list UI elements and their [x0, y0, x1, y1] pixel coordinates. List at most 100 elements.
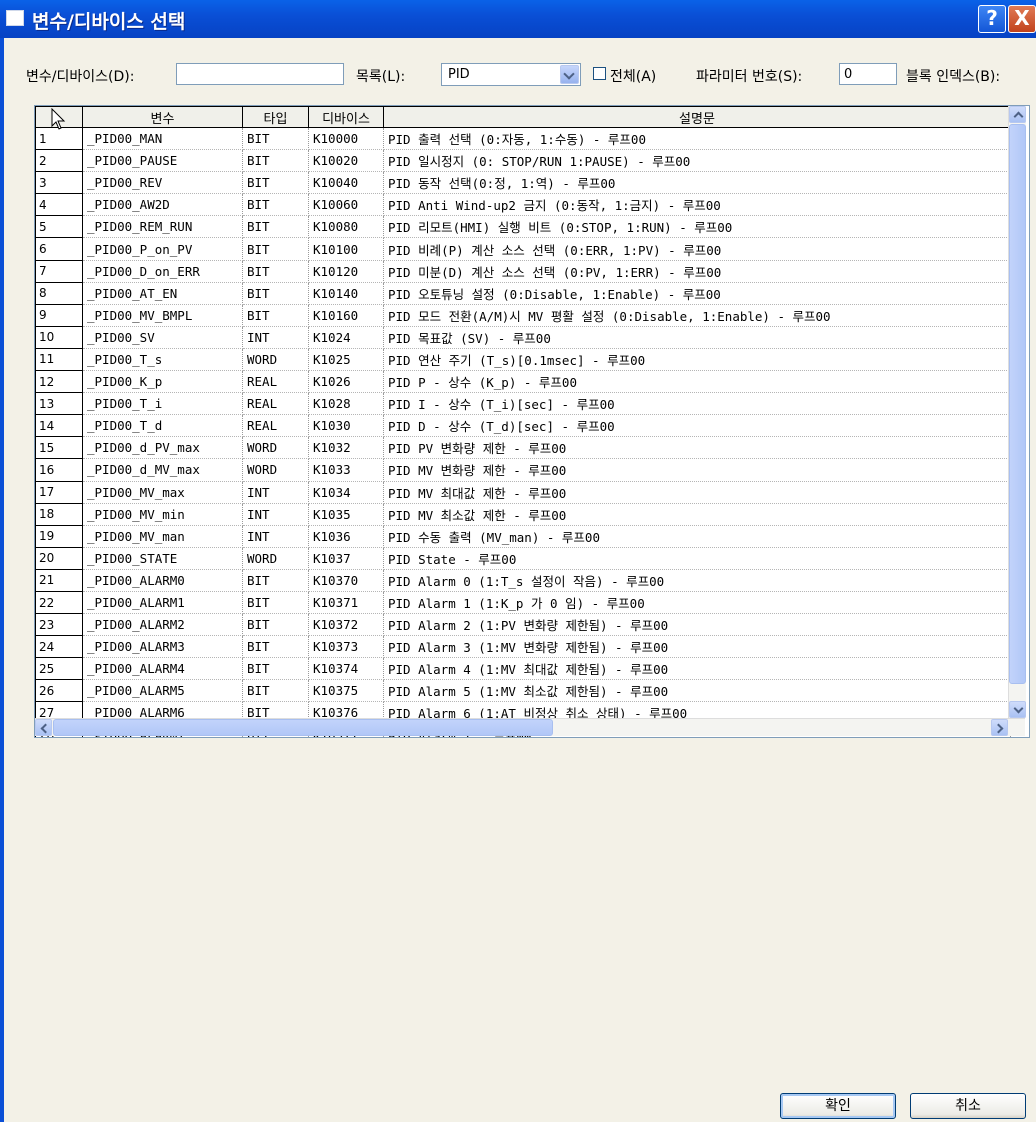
- type-cell[interactable]: INT: [242, 326, 309, 349]
- variable-cell[interactable]: _PID00_ALARM4: [82, 657, 243, 681]
- table-row[interactable]: 5 _PID00_REM_RUN BIT K10080 PID 리모트(HMI) 실행 …: [35, 215, 1011, 239]
- variable-cell[interactable]: _PID00_K_p: [82, 370, 243, 394]
- table-row[interactable]: 26 _PID00_ALARM5 BIT K10375 PID Alarm 5 (1:M…: [35, 679, 1011, 703]
- column-header-description[interactable]: 설명문: [383, 106, 1011, 128]
- description-cell[interactable]: PID MV 최소값 제한 - 루프00: [383, 503, 1011, 526]
- type-cell[interactable]: BIT: [242, 679, 309, 703]
- row-index-cell[interactable]: 4: [35, 193, 83, 217]
- description-cell[interactable]: PID MV 변화량 제한 - 루프00: [383, 458, 1011, 482]
- type-cell[interactable]: BIT: [242, 149, 309, 173]
- variable-cell[interactable]: _PID00_REM_RUN: [82, 215, 243, 239]
- description-cell[interactable]: PID 비례(P) 계산 소스 선택 (0:ERR, 1:PV) - 루프00: [383, 237, 1011, 261]
- type-cell[interactable]: REAL: [242, 392, 309, 416]
- type-cell[interactable]: BIT: [242, 282, 309, 305]
- var-device-input[interactable]: [176, 63, 344, 85]
- chevron-down-icon[interactable]: [560, 65, 579, 84]
- table-row[interactable]: 8 _PID00_AT_EN BIT K10140 PID 오토튜닝 설정 (0:Dis…: [35, 281, 1011, 305]
- table-row[interactable]: 13 _PID00_T_i REAL K1028 PID I - 상수 (T_i)[se…: [35, 392, 1011, 416]
- vertical-scroll-thumb[interactable]: [1009, 124, 1026, 684]
- device-cell[interactable]: K1033: [308, 458, 384, 482]
- row-index-cell[interactable]: 13: [35, 392, 83, 416]
- column-header-variable[interactable]: 변수: [82, 106, 243, 128]
- description-cell[interactable]: PID D - 상수 (T_d)[sec] - 루프00: [383, 414, 1011, 438]
- all-checkbox[interactable]: [593, 67, 606, 80]
- type-cell[interactable]: INT: [242, 481, 309, 504]
- type-cell[interactable]: BIT: [242, 215, 309, 239]
- variable-cell[interactable]: _PID00_MV_max: [82, 481, 243, 504]
- variable-cell[interactable]: _PID00_d_PV_max: [82, 436, 243, 460]
- table-row[interactable]: 19 _PID00_MV_man INT K1036 PID 수동 출력 (MV_man…: [35, 524, 1011, 548]
- row-index-cell[interactable]: 2: [35, 149, 83, 173]
- row-index-cell[interactable]: 1: [35, 126, 83, 151]
- device-cell[interactable]: K10120: [308, 260, 384, 283]
- description-cell[interactable]: PID PV 변화량 제한 - 루프00: [383, 436, 1011, 460]
- row-index-cell[interactable]: 10: [35, 325, 83, 349]
- type-cell[interactable]: INT: [242, 525, 309, 548]
- table-row[interactable]: 22 _PID00_ALARM1 BIT K10371 PID Alarm 1 (1:K…: [35, 590, 1011, 615]
- scroll-up-button[interactable]: [1009, 106, 1026, 123]
- table-row[interactable]: 14 _PID00_T_d REAL K1030 PID D - 상수 (T_d)[se…: [35, 414, 1011, 438]
- row-index-cell[interactable]: 26: [35, 679, 83, 703]
- row-index-cell[interactable]: 18: [35, 502, 83, 526]
- type-cell[interactable]: BIT: [242, 591, 309, 615]
- vertical-scrollbar[interactable]: [1008, 106, 1026, 718]
- row-index-cell[interactable]: 22: [35, 590, 83, 615]
- close-button[interactable]: X: [1008, 5, 1036, 33]
- table-row[interactable]: 21 _PID00_ALARM0 BIT K10370 PID Alarm 0 (1:T…: [35, 568, 1011, 592]
- description-cell[interactable]: PID 리모트(HMI) 실행 비트 (0:STOP, 1:RUN) - 루프0…: [383, 215, 1011, 239]
- row-index-cell[interactable]: 6: [35, 237, 83, 261]
- type-cell[interactable]: WORD: [242, 458, 309, 482]
- type-cell[interactable]: REAL: [242, 370, 309, 394]
- device-cell[interactable]: K1035: [308, 503, 384, 526]
- description-cell[interactable]: PID 연산 주기 (T_s)[0.1msec] - 루프00: [383, 348, 1011, 372]
- table-row[interactable]: 25 _PID00_ALARM4 BIT K10374 PID Alarm 4 (1:M…: [35, 657, 1011, 681]
- device-cell[interactable]: K1026: [308, 370, 384, 394]
- type-cell[interactable]: BIT: [242, 635, 309, 659]
- device-cell[interactable]: K10100: [308, 237, 384, 261]
- row-index-cell[interactable]: 8: [35, 281, 83, 305]
- variable-cell[interactable]: _PID00_STATE: [82, 547, 243, 570]
- row-index-cell[interactable]: 12: [35, 370, 83, 394]
- description-cell[interactable]: PID 모드 전환(A/M)시 MV 평활 설정 (0:Disable, 1:E…: [383, 304, 1011, 327]
- horizontal-scrollbar[interactable]: [35, 718, 1025, 736]
- column-header-type[interactable]: 타입: [242, 106, 309, 128]
- description-cell[interactable]: PID Alarm 1 (1:K_p 가 0 임) - 루프00: [383, 591, 1011, 615]
- table-row[interactable]: 24 _PID00_ALARM3 BIT K10373 PID Alarm 3 (1:M…: [35, 635, 1011, 659]
- table-row[interactable]: 11 _PID00_T_s WORD K1025 PID 연산 주기 (T_s)[0.1…: [35, 347, 1011, 372]
- description-cell[interactable]: PID 미분(D) 계산 소스 선택 (0:PV, 1:ERR) - 루프00: [383, 260, 1011, 283]
- table-row[interactable]: 20 _PID00_STATE WORD K1037 PID State - 루프00: [35, 546, 1011, 570]
- scroll-down-button[interactable]: [1009, 701, 1026, 718]
- row-index-cell[interactable]: 11: [35, 347, 83, 372]
- device-cell[interactable]: K1036: [308, 525, 384, 548]
- device-cell[interactable]: K10000: [308, 127, 384, 151]
- device-cell[interactable]: K1037: [308, 547, 384, 570]
- variable-cell[interactable]: _PID00_ALARM5: [82, 679, 243, 703]
- variable-cell[interactable]: _PID00_ALARM0: [82, 569, 243, 592]
- description-cell[interactable]: PID 일시정지 (0: STOP/RUN 1:PAUSE) - 루프00: [383, 149, 1011, 173]
- row-index-cell[interactable]: 16: [35, 458, 83, 482]
- type-cell[interactable]: REAL: [242, 414, 309, 438]
- table-row[interactable]: 2 _PID00_PAUSE BIT K10020 PID 일시정지 (0: STOP/…: [35, 149, 1011, 173]
- table-row[interactable]: 17 _PID00_MV_max INT K1034 PID MV 최대값 제한 - 루…: [35, 480, 1011, 504]
- table-row[interactable]: 16 _PID00_d_MV_max WORD K1033 PID MV 변화량 제한 …: [35, 458, 1011, 482]
- variable-cell[interactable]: _PID00_T_d: [82, 414, 243, 438]
- column-header-index[interactable]: [35, 106, 83, 130]
- variable-cell[interactable]: _PID00_D_on_ERR: [82, 260, 243, 283]
- type-cell[interactable]: WORD: [242, 436, 309, 460]
- variable-cell[interactable]: _PID00_MV_man: [82, 525, 243, 548]
- type-cell[interactable]: BIT: [242, 171, 309, 195]
- table-row[interactable]: 4 _PID00_AW2D BIT K10060 PID Anti Wind-up2 금…: [35, 193, 1011, 217]
- description-cell[interactable]: PID 오토튜닝 설정 (0:Disable, 1:Enable) - 루프00: [383, 282, 1011, 305]
- type-cell[interactable]: BIT: [242, 237, 309, 261]
- description-cell[interactable]: PID MV 최대값 제한 - 루프00: [383, 481, 1011, 504]
- row-index-cell[interactable]: 24: [35, 635, 83, 659]
- list-dropdown[interactable]: PID: [441, 63, 581, 86]
- device-cell[interactable]: K1030: [308, 414, 384, 438]
- device-cell[interactable]: K10372: [308, 613, 384, 637]
- variable-cell[interactable]: _PID00_ALARM3: [82, 635, 243, 659]
- type-cell[interactable]: BIT: [242, 304, 309, 327]
- table-row[interactable]: 12 _PID00_K_p REAL K1026 PID P - 상수 (K_p) - …: [35, 370, 1011, 394]
- description-cell[interactable]: PID Alarm 4 (1:MV 최대값 제한됨) - 루프00: [383, 657, 1011, 681]
- device-cell[interactable]: K10374: [308, 657, 384, 681]
- row-index-cell[interactable]: 5: [35, 215, 83, 239]
